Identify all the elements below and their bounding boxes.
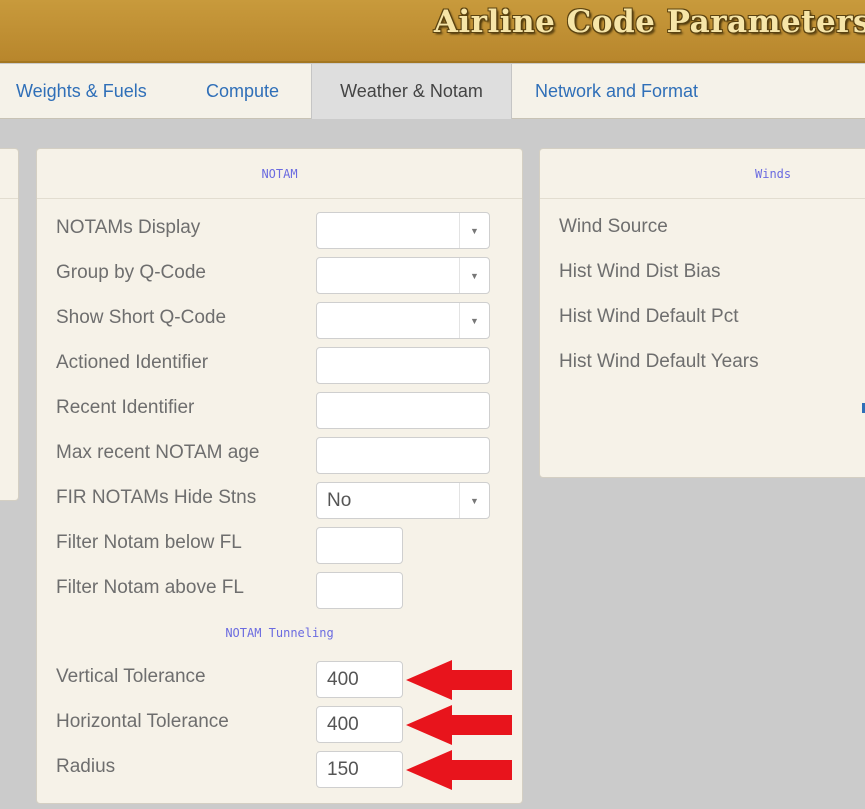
notams-display-label: NOTAMs Display [56, 217, 201, 238]
filter-below-input[interactable] [316, 527, 403, 564]
winds-panel-title: Winds [540, 149, 865, 199]
fir-hide-stns-value: No [327, 490, 352, 511]
tab-compute[interactable]: Compute [190, 64, 295, 119]
tab-network-format[interactable]: Network and Format [519, 64, 714, 119]
hist-wind-dist-bias-label: Hist Wind Dist Bias [559, 261, 721, 282]
dropdown-arrow-icon: ▼ [459, 258, 489, 293]
filter-below-label: Filter Notam below FL [56, 532, 242, 553]
filter-above-label: Filter Notam above FL [56, 577, 244, 598]
max-recent-age-input[interactable] [316, 437, 490, 474]
horizontal-tolerance-label: Horizontal Tolerance [56, 711, 229, 732]
max-recent-age-label: Max recent NOTAM age [56, 442, 260, 463]
fir-hide-stns-select[interactable]: No ▼ [316, 482, 490, 519]
short-qcode-select[interactable]: ▼ [316, 302, 490, 339]
annotation-arrow-icon [406, 705, 512, 745]
recent-identifier-label: Recent Identifier [56, 397, 195, 418]
annotation-arrow-icon [406, 660, 512, 700]
fir-hide-stns-label: FIR NOTAMs Hide Stns [56, 487, 257, 508]
hist-wind-default-pct-label: Hist Wind Default Pct [559, 306, 739, 327]
group-qcode-select[interactable]: ▼ [316, 257, 490, 294]
notam-panel-title: NOTAM [37, 149, 522, 199]
hist-wind-default-years-label: Hist Wind Default Years [559, 351, 759, 372]
dropdown-arrow-icon: ▼ [459, 213, 489, 248]
horizontal-tolerance-input[interactable]: 400 [316, 706, 403, 743]
wind-source-label: Wind Source [559, 216, 668, 237]
left-panel [0, 148, 19, 501]
tab-bar: Weights & Fuels Compute Weather & Notam … [0, 64, 865, 119]
notams-display-select[interactable]: ▼ [316, 212, 490, 249]
radius-input[interactable]: 150 [316, 751, 403, 788]
dropdown-arrow-icon: ▼ [459, 483, 489, 518]
short-qcode-label: Show Short Q-Code [56, 307, 227, 328]
actioned-identifier-label: Actioned Identifier [56, 352, 209, 373]
tab-weather-notam[interactable]: Weather & Notam [311, 64, 512, 119]
vertical-tolerance-label: Vertical Tolerance [56, 666, 206, 687]
filter-above-input[interactable] [316, 572, 403, 609]
annotation-arrow-icon [406, 750, 512, 790]
tunneling-title: NOTAM Tunneling [225, 626, 334, 640]
vertical-tolerance-input[interactable]: 400 [316, 661, 403, 698]
page-title: Airline Code Parameters [433, 4, 865, 40]
app-header: Airline Code Parameters [0, 0, 865, 63]
tab-weights-fuels[interactable]: Weights & Fuels [0, 64, 163, 119]
actioned-identifier-input[interactable] [316, 347, 490, 384]
radius-label: Radius [56, 756, 116, 777]
recent-identifier-input[interactable] [316, 392, 490, 429]
winds-panel: Winds Wind Source Hist Wind Dist Bias Hi… [539, 148, 865, 478]
group-qcode-label: Group by Q-Code [56, 262, 206, 283]
dropdown-arrow-icon: ▼ [459, 303, 489, 338]
